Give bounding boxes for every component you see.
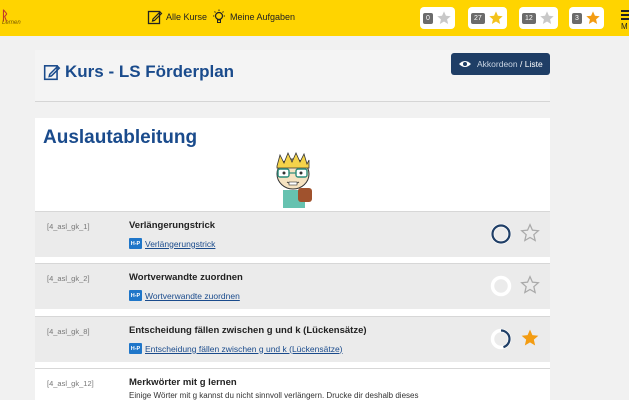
task-row: [4_asl_gk_2] Wortverwandte zuordnen H-P … (35, 263, 550, 309)
star-badge-yellow[interactable]: 27 (468, 7, 507, 29)
task-title: Wortverwandte zuordnen (129, 272, 243, 283)
star-outline-icon[interactable] (520, 223, 540, 243)
site-logo[interactable]: ᚱ Lernen (0, 7, 24, 29)
task-title: Verlängerungstrick (129, 220, 216, 231)
page-title: Kurs - LS Förderplan (43, 62, 234, 82)
task-row: [4_asl_gk_1] Verlängerungstrick H-P Verl… (35, 211, 550, 257)
star-grey-icon (437, 11, 451, 24)
mascot-image (276, 151, 312, 208)
edit-icon (147, 10, 163, 25)
toggle-option-accordion: Akkordeon (477, 59, 518, 69)
edit-icon (43, 65, 61, 81)
toggle-separator: / (520, 59, 523, 69)
section-title: Auslautableitung (43, 127, 198, 148)
logo-text: Lernen (2, 20, 21, 26)
eye-icon (459, 61, 471, 67)
star-yellow-icon (489, 11, 503, 24)
badge-count: 3 (572, 12, 582, 24)
star-filled-icon[interactable] (520, 328, 540, 348)
star-outline-icon[interactable] (520, 275, 540, 295)
progress-ring (490, 275, 512, 297)
task-description: Einige Wörter mit g kannst du nicht sinn… (129, 391, 419, 400)
task-link[interactable]: H-P Entscheidung fällen zwischen g und k… (129, 343, 343, 354)
star-badge-grey-1[interactable]: 0 (420, 7, 455, 29)
star-badge-grey-2[interactable]: 12 (519, 7, 558, 29)
task-code: [4_asl_gk_1] (47, 222, 90, 231)
h5p-icon: H-P (129, 290, 142, 301)
task-link-text[interactable]: Entscheidung fällen zwischen g und k (Lü… (145, 344, 343, 354)
nav-my-tasks[interactable]: Meine Aufgaben (211, 8, 295, 26)
nav-my-tasks-label: Meine Aufgaben (230, 12, 296, 22)
badge-count: 12 (522, 12, 536, 24)
task-link-text[interactable]: Verlängerungstrick (145, 239, 215, 249)
h5p-icon: H-P (129, 238, 142, 249)
task-row: [4_asl_gk_12] Merkwörter mit g lernen Ei… (35, 368, 550, 400)
course-title-text: Kurs - LS Förderplan (65, 62, 235, 81)
badge-count: 0 (423, 12, 433, 24)
nav-all-courses[interactable]: Alle Kurse (147, 8, 207, 26)
course-header-card: Kurs - LS Förderplan Akkordeon / Liste (35, 50, 550, 102)
progress-track (490, 275, 512, 297)
task-title: Entscheidung fällen zwischen g und k (Lü… (129, 325, 367, 336)
menu-icon[interactable] (621, 10, 629, 22)
task-title: Merkwörter mit g lernen (129, 377, 237, 388)
task-link-text[interactable]: Wortverwandte zuordnen (145, 291, 240, 301)
view-toggle-button[interactable]: Akkordeon / Liste (451, 53, 550, 75)
top-navigation-bar: ᚱ Lernen Alle Kurse Meine Aufgaben 0 27 … (0, 0, 629, 36)
task-code: [4_asl_gk_8] (47, 327, 90, 336)
task-row: [4_asl_gk_8] Entscheidung fällen zwische… (35, 316, 550, 362)
task-link[interactable]: H-P Verlängerungstrick (129, 238, 215, 249)
menu-label: M (621, 22, 628, 31)
progress-arc (491, 224, 511, 244)
star-orange-icon (586, 11, 600, 24)
progress-ring (490, 328, 512, 350)
lightbulb-icon (213, 9, 225, 23)
nav-all-courses-label: Alle Kurse (166, 12, 208, 22)
star-grey-icon (540, 11, 554, 24)
task-code: [4_asl_gk_2] (47, 274, 90, 283)
toggle-option-list: Liste (524, 59, 543, 69)
progress-ring (490, 223, 512, 245)
task-link[interactable]: H-P Wortverwandte zuordnen (129, 290, 240, 301)
task-code: [4_asl_gk_12] (47, 379, 94, 388)
h5p-icon: H-P (129, 343, 142, 354)
badge-count: 27 (471, 12, 485, 24)
section-card: Auslautableitung [4_asl_gk_1] Verlängeru… (35, 118, 550, 400)
star-badge-orange[interactable]: 3 (569, 7, 604, 29)
